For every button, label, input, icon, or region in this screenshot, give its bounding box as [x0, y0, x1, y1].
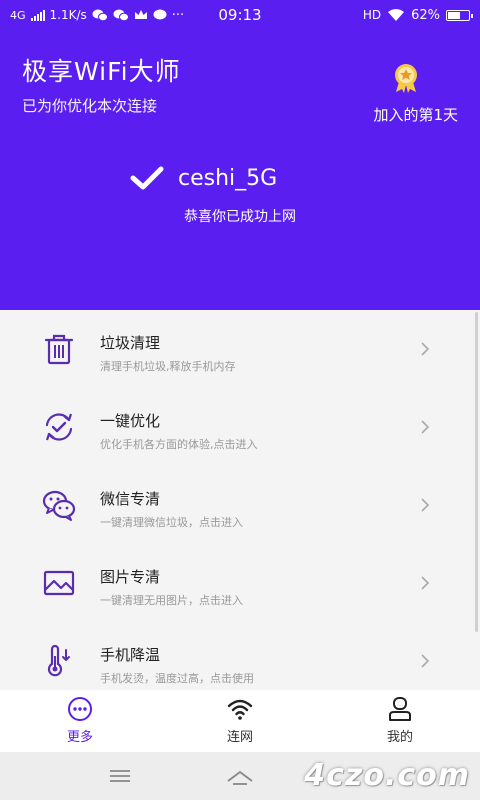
message-icon	[153, 9, 167, 20]
tab-label: 连网	[226, 730, 253, 745]
network-type: 4G	[10, 8, 26, 22]
chevron-right-icon	[421, 654, 430, 668]
feature-item-trash-clean[interactable]: 垃圾清理 清理手机垃圾,释放手机内存	[0, 310, 480, 388]
connection-status: ceshi_5G	[130, 165, 277, 191]
tab-label: 更多	[66, 730, 93, 745]
chevron-right-icon	[421, 420, 430, 434]
feature-title: 垃圾清理	[100, 334, 161, 352]
chevron-right-icon	[421, 342, 430, 356]
feature-desc: 手机发烫，温度过高，点击使用	[100, 672, 254, 685]
feature-title: 微信专清	[100, 490, 161, 508]
tab-more[interactable]: 更多	[0, 690, 160, 752]
header: 4G 1.1K/s ··· HD 62% 09:13 极享WiFi大师 已为你优…	[0, 0, 480, 310]
menu-icon[interactable]	[105, 765, 135, 787]
feature-item-optimize[interactable]: 一键优化 优化手机各方面的体验,点击进入	[0, 388, 480, 466]
feature-item-image-clean[interactable]: 图片专清 一键清理无用图片，点击进入	[0, 544, 480, 622]
watermark: 4czo.com	[304, 758, 470, 793]
status-bar: 4G 1.1K/s ··· HD 62% 09:13	[0, 0, 480, 30]
wifi-icon	[227, 699, 253, 720]
thermometer-icon	[47, 644, 70, 677]
wechat-notification-icon	[92, 9, 108, 21]
optimize-icon	[45, 413, 73, 441]
tab-profile[interactable]: 我的	[320, 690, 480, 752]
feature-title: 手机降温	[100, 646, 161, 664]
app-subtitle: 已为你优化本次连接	[22, 97, 158, 115]
days-joined: 加入的第1天	[373, 106, 458, 124]
image-icon	[43, 570, 75, 596]
checkmark-icon	[130, 166, 164, 190]
trash-icon	[44, 334, 74, 365]
tab-connect[interactable]: 连网	[160, 690, 320, 752]
battery-icon	[446, 9, 473, 21]
feature-item-wechat-clean[interactable]: 微信专清 一键清理微信垃圾，点击进入	[0, 466, 480, 544]
feature-list: 垃圾清理 清理手机垃圾,释放手机内存 一键优化 优化手机各方面的体验,点击进入	[0, 310, 480, 690]
feature-title: 一键优化	[100, 412, 161, 430]
feature-item-cool-down[interactable]: 手机降温 手机发烫，温度过高，点击使用	[0, 622, 480, 690]
tab-label: 我的	[386, 730, 413, 745]
app-title: 极享WiFi大师	[22, 57, 181, 86]
chevron-right-icon	[421, 498, 430, 512]
battery-level	[448, 11, 461, 19]
more-icon	[68, 697, 92, 721]
signal-icon	[30, 9, 45, 21]
feature-title: 图片专清	[100, 568, 161, 586]
wechat-notification-icon	[113, 9, 129, 21]
wechat-icon	[42, 490, 76, 521]
home-icon[interactable]	[225, 765, 255, 787]
wifi-ssid: ceshi_5G	[178, 165, 278, 191]
connection-message: 恭喜你已成功上网	[184, 209, 296, 225]
net-speed: 1.1K/s	[49, 8, 87, 22]
chevron-right-icon	[421, 576, 430, 590]
feature-desc: 优化手机各方面的体验,点击进入	[100, 438, 258, 451]
crown-icon	[134, 10, 147, 19]
user-icon	[389, 697, 411, 721]
feature-desc: 清理手机垃圾,释放手机内存	[100, 360, 236, 373]
wifi-status-icon	[388, 9, 405, 21]
medal-icon[interactable]	[390, 62, 422, 94]
scrollbar[interactable]	[475, 312, 478, 632]
feature-desc: 一键清理微信垃圾，点击进入	[100, 516, 243, 529]
more-notifications-icon: ···	[171, 7, 185, 23]
feature-desc: 一键清理无用图片，点击进入	[100, 594, 243, 607]
bottom-tab-bar: 更多 连网 我的	[0, 690, 480, 752]
battery-percent: 62%	[411, 7, 440, 23]
hd-indicator: HD	[362, 8, 382, 22]
